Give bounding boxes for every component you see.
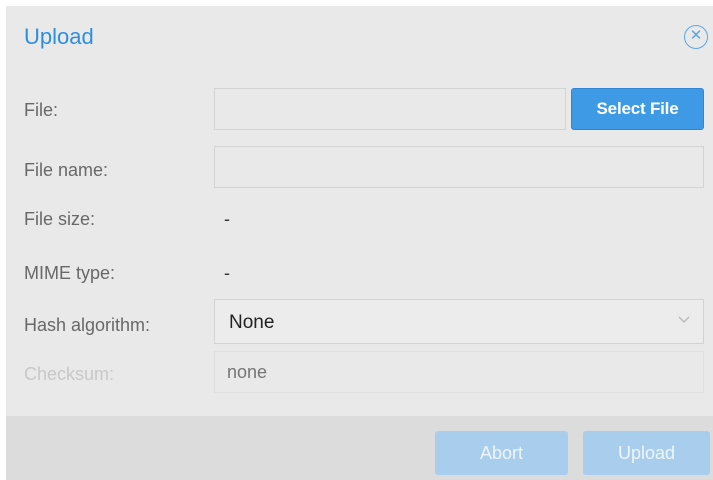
- abort-button[interactable]: Abort: [435, 431, 568, 475]
- file-size-label: File size:: [24, 209, 96, 229]
- hash-algorithm-selected: None: [229, 312, 275, 333]
- close-icon[interactable]: ✕: [684, 25, 708, 49]
- file-name-label: File name:: [24, 160, 109, 180]
- dialog-title: Upload: [24, 24, 94, 49]
- upload-button[interactable]: Upload: [583, 431, 710, 475]
- hash-algorithm-label: Hash algorithm:: [24, 315, 151, 335]
- checksum-label: Checksum:: [24, 364, 115, 384]
- file-input[interactable]: [214, 88, 566, 130]
- checksum-input: [214, 351, 704, 393]
- upload-dialog: Upload ✕ File: Select File File name: Fi…: [6, 6, 713, 480]
- file-label: File:: [24, 100, 59, 120]
- dialog-header: Upload ✕: [6, 6, 713, 66]
- mime-type-label: MIME type:: [24, 263, 116, 283]
- dialog-footer: Abort Upload: [6, 416, 713, 480]
- dialog-body: File: Select File File name: File size: …: [6, 66, 713, 416]
- select-file-button[interactable]: Select File: [571, 88, 704, 130]
- file-name-input[interactable]: [214, 146, 704, 188]
- chevron-down-icon: [678, 316, 690, 323]
- mime-type-value: -: [224, 263, 230, 283]
- hash-algorithm-select[interactable]: None: [214, 299, 704, 344]
- file-size-value: -: [224, 209, 230, 229]
